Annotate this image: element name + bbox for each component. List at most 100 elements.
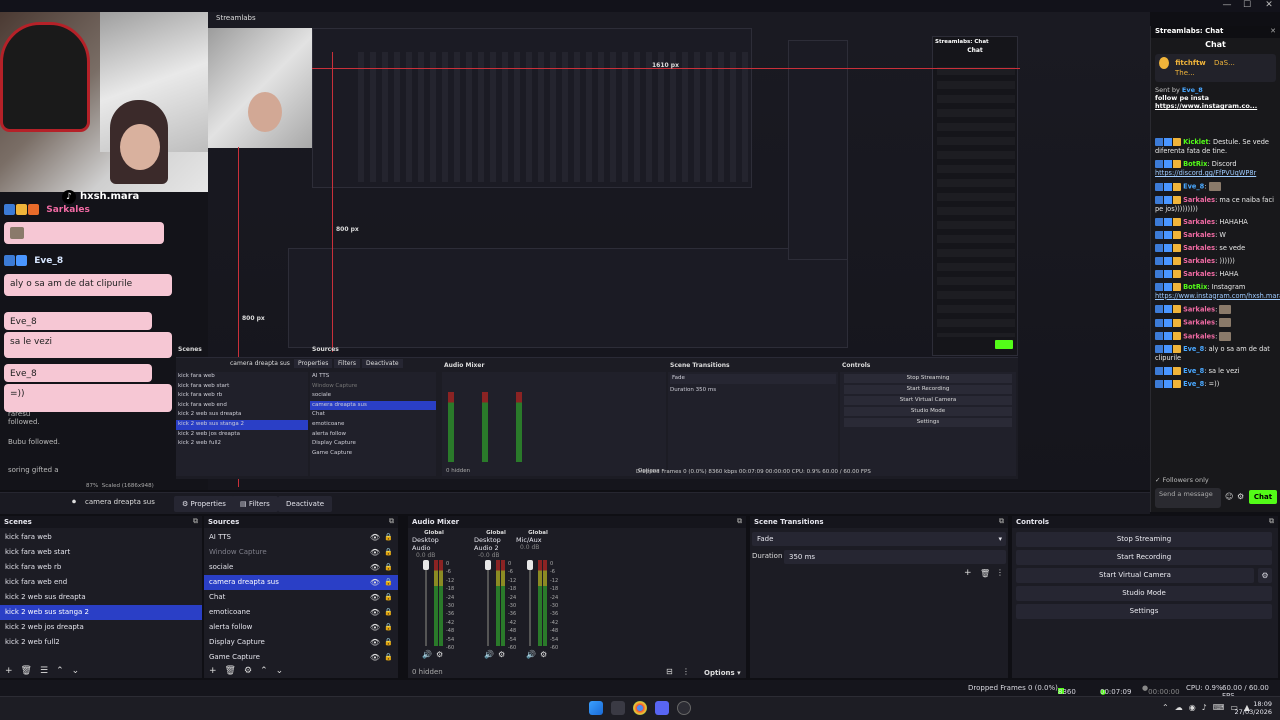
lock-icon[interactable]: 🔒 — [384, 620, 393, 635]
source-item[interactable]: camera dreapta sus 👁 🔒 — [204, 575, 398, 590]
add-icon[interactable]: + — [209, 666, 217, 676]
chat-username[interactable]: Sarkales — [1183, 231, 1215, 239]
volume-slider-handle[interactable] — [423, 560, 429, 570]
arrow-up-icon[interactable]: ⌃ — [56, 666, 64, 676]
discord-icon[interactable] — [655, 701, 669, 715]
mixer-options-button[interactable]: Options ▾ — [704, 669, 741, 677]
lock-icon[interactable]: 🔒 — [384, 650, 393, 665]
windows-start-icon[interactable] — [589, 701, 603, 715]
scene-item[interactable]: kick fara web — [0, 530, 202, 545]
lock-icon[interactable]: 🔒 — [384, 560, 393, 575]
visibility-icon[interactable]: 👁 — [370, 530, 380, 545]
chat-send-button[interactable]: Chat — [1249, 490, 1277, 504]
gear-icon[interactable]: ⚙ — [498, 650, 505, 659]
speaker-icon[interactable]: 🔊 — [484, 650, 494, 659]
chat-input[interactable]: Send a message — [1155, 488, 1221, 508]
visibility-icon[interactable]: 👁 — [370, 560, 380, 575]
scene-item[interactable]: kick 2 web sus stanga 2 — [0, 605, 202, 620]
source-item[interactable]: AI TTS 👁 🔒 — [204, 530, 398, 545]
visibility-icon[interactable]: 👁 — [370, 650, 380, 665]
visibility-icon[interactable]: 👁 — [370, 635, 380, 650]
arrow-up-icon[interactable]: ⌃ — [260, 666, 268, 676]
volume-slider[interactable] — [487, 560, 489, 646]
dock-popout-icon[interactable]: ⧉ — [999, 517, 1004, 526]
chat-username[interactable]: Sarkales — [1183, 319, 1215, 327]
chat-username[interactable]: Sarkales — [1183, 270, 1215, 278]
deactivate-button[interactable]: Deactivate — [278, 496, 333, 512]
visibility-icon[interactable]: 👁 — [370, 620, 380, 635]
lock-icon[interactable]: 🔒 — [384, 605, 393, 620]
add-icon[interactable]: + — [964, 568, 972, 578]
scene-item[interactable]: kick 2 web jos dreapta — [0, 620, 202, 635]
scene-item[interactable]: kick 2 web sus dreapta — [0, 590, 202, 605]
chat-username[interactable]: Sarkales — [1183, 305, 1215, 313]
dock-popout-icon[interactable]: ⧉ — [389, 517, 394, 526]
preview-canvas[interactable]: ♪ hxsh.mara Sarkales Eve_8 aly o sa am de… — [0, 12, 1150, 490]
close-button[interactable]: ✕ — [1260, 0, 1278, 12]
properties-button[interactable]: ⚙ Properties — [174, 496, 234, 512]
chat-link[interactable]: https://discord.gg/FfPVUqWP8r — [1155, 169, 1256, 177]
volume-slider[interactable] — [425, 560, 427, 646]
stop-streaming-button[interactable]: Stop Streaming — [1016, 532, 1272, 547]
source-item[interactable]: sociale 👁 🔒 — [204, 560, 398, 575]
scene-item[interactable]: kick fara web rb — [0, 560, 202, 575]
scene-item[interactable]: kick fara web end — [0, 575, 202, 590]
chat-username[interactable]: Sarkales — [1183, 244, 1215, 252]
filters-button[interactable]: ▤ Filters — [232, 496, 278, 512]
volume-slider-handle[interactable] — [485, 560, 491, 570]
volume-slider[interactable] — [529, 560, 531, 646]
file-explorer-icon[interactable] — [611, 701, 625, 715]
volume-slider-handle[interactable] — [527, 560, 533, 570]
channel-name[interactable]: Mic/Aux — [516, 536, 560, 544]
settings-button[interactable]: Settings — [1016, 604, 1272, 619]
speaker-icon[interactable]: 🔊 — [422, 650, 432, 659]
dock-popout-icon[interactable]: ⧉ — [737, 517, 742, 526]
transition-select[interactable]: Fade ▾ — [752, 532, 1006, 546]
taskbar-clock[interactable]: 18:09 27/03/2026 — [1235, 700, 1272, 716]
chat-username[interactable]: Eve_8 — [1183, 183, 1204, 191]
chat-username[interactable]: Sarkales — [1183, 332, 1215, 340]
panel-close-icon[interactable]: ✕ — [1270, 27, 1276, 35]
chrome-icon[interactable] — [633, 701, 647, 715]
visibility-icon[interactable]: 👁 — [370, 590, 380, 605]
chat-username[interactable]: Sarkales — [1183, 218, 1215, 226]
lock-icon[interactable]: 🔒 — [384, 590, 393, 605]
visibility-icon[interactable]: 👁 — [370, 605, 380, 620]
minimize-button[interactable]: — — [1218, 0, 1236, 12]
obs-icon[interactable] — [677, 701, 691, 715]
lock-icon[interactable]: 🔒 — [384, 635, 393, 650]
speaker-icon[interactable]: 🔊 — [526, 650, 536, 659]
source-item[interactable]: Game Capture 👁 🔒 — [204, 650, 398, 665]
add-icon[interactable]: + — [5, 666, 13, 676]
start-recording-button[interactable]: Start Recording — [1016, 550, 1272, 565]
chat-username[interactable]: Sarkales — [1183, 196, 1215, 204]
source-item[interactable]: emoticoane 👁 🔒 — [204, 605, 398, 620]
scene-item[interactable]: kick 2 web full2 — [0, 635, 202, 650]
virtual-camera-settings-icon[interactable]: ⚙ — [1258, 568, 1272, 583]
more-icon[interactable]: ⋮ — [682, 667, 690, 676]
studio-mode-button[interactable]: Studio Mode — [1016, 586, 1272, 601]
trash-icon[interactable]: 🗑 — [225, 666, 236, 676]
source-item[interactable]: Display Capture 👁 🔒 — [204, 635, 398, 650]
layout-icon[interactable]: ⊟ — [666, 667, 673, 676]
gear-icon[interactable]: ⚙ — [1237, 492, 1244, 501]
start-virtual-camera-button[interactable]: Start Virtual Camera — [1016, 568, 1254, 583]
lock-icon[interactable]: 🔒 — [384, 530, 393, 545]
chat-pinned-banner[interactable]: fitchftw DaS... The... — [1155, 54, 1276, 82]
chat-username[interactable]: Eve_8 — [1183, 380, 1204, 388]
channel-name[interactable]: Desktop Audio — [412, 536, 456, 552]
gear-icon[interactable]: ⚙ — [436, 650, 443, 659]
chat-message-list[interactable]: Kicklet: Destule. Se vede diferenta fata… — [1151, 138, 1280, 478]
source-item[interactable]: alerta follow 👁 🔒 — [204, 620, 398, 635]
chat-username[interactable]: BotRix — [1183, 283, 1207, 291]
source-item[interactable]: Window Capture 👁 🔒 — [204, 545, 398, 560]
visibility-icon[interactable]: 👁 — [370, 545, 380, 560]
channel-name[interactable]: Desktop Audio 2 — [474, 536, 518, 552]
dock-popout-icon[interactable]: ⧉ — [1269, 517, 1274, 526]
chat-username[interactable]: Eve_8 — [1183, 345, 1204, 353]
maximize-button[interactable]: ☐ — [1238, 0, 1256, 12]
gear-icon[interactable]: ⚙ — [244, 666, 252, 676]
chat-username[interactable]: Eve_8 — [1183, 367, 1204, 375]
chat-username[interactable]: BotRix — [1183, 160, 1207, 168]
gear-icon[interactable]: ⚙ — [540, 650, 547, 659]
